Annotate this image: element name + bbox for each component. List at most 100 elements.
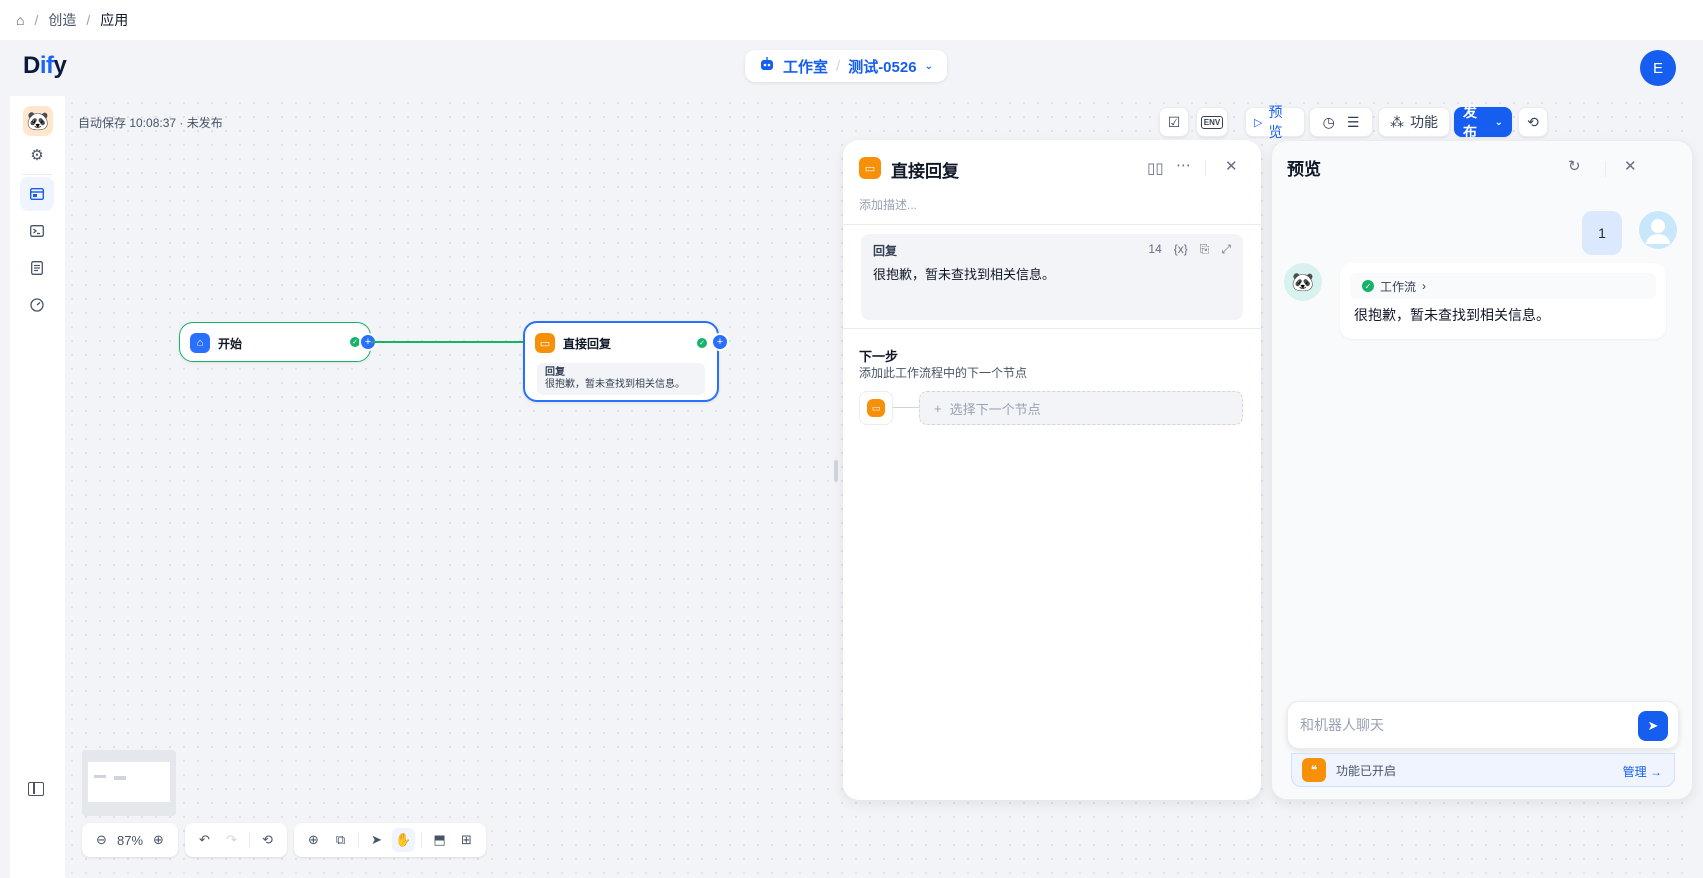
chat-input[interactable] <box>1300 712 1600 738</box>
document-icon <box>31 261 43 275</box>
app-switcher[interactable]: 工作室 / 测试-0526 ⌄ <box>745 50 947 82</box>
redo-icon[interactable]: ↷ <box>220 828 243 852</box>
expand-icon[interactable]: ⤢ <box>1221 242 1231 257</box>
edge-start-reply[interactable] <box>371 341 523 343</box>
plus-icon: + <box>934 400 942 416</box>
env-button[interactable]: ENV <box>1196 107 1228 137</box>
export-image-icon[interactable]: ⬒ <box>428 828 451 852</box>
chevron-down-icon: ⌄ <box>1494 116 1503 128</box>
check-circle-icon: ✓ <box>697 338 707 348</box>
workflow-run-tag[interactable]: ✓ 工作流 › <box>1350 273 1656 299</box>
add-node-icon[interactable]: ⊕ <box>302 828 325 852</box>
start-node[interactable]: ⌂ 开始 ✓ <box>179 322 371 362</box>
gauge-icon <box>30 298 44 312</box>
preview-button[interactable]: ▷ 预览 <box>1245 104 1305 140</box>
app-name[interactable]: 测试-0526 <box>848 56 916 77</box>
variable-icon[interactable]: {x} <box>1174 242 1188 257</box>
autosave-status: 自动保存 10:08:37 · 未发布 <box>78 116 223 130</box>
version-history-button[interactable]: ⟲ <box>1518 107 1548 137</box>
settings-sliders-icon[interactable]: ⚙ <box>20 138 54 172</box>
pointer-icon[interactable]: ➤ <box>365 828 388 852</box>
zoom-in-icon[interactable]: ⊕ <box>147 828 170 852</box>
robot-icon <box>759 57 775 75</box>
panel-resize-handle[interactable] <box>834 460 838 482</box>
book-icon[interactable]: ▯▯ <box>1147 159 1164 177</box>
run-history-group[interactable]: ◷ ☰ <box>1309 107 1373 137</box>
reply-icon: ▭ <box>535 333 555 353</box>
select-next-node-button[interactable]: + 选择下一个节点 <box>919 391 1243 425</box>
reply-text[interactable]: 很抱歉，暂未查找到相关信息。 <box>873 264 1055 283</box>
copy-icon[interactable]: ⎘ <box>1200 242 1210 257</box>
char-count: 14 <box>1148 242 1162 256</box>
home-icon: ⌂ <box>190 333 210 353</box>
close-icon[interactable]: ✕ <box>1624 157 1637 175</box>
breadcrumb: ⌂ / 创造 / 应用 <box>0 0 1703 40</box>
user-message: 1 <box>1582 211 1622 255</box>
history-icon: ⟲ <box>1527 113 1539 130</box>
publish-button[interactable]: 发布 ⌄ <box>1454 104 1512 140</box>
sidebar-toggle-icon[interactable] <box>28 782 44 796</box>
canvas-tools: ⊕ ⧉ ➤ ✋ ⬒ ⊞ <box>294 823 486 857</box>
clock-play-icon[interactable]: ◷ <box>1323 114 1335 131</box>
checklist-button[interactable]: ☑ <box>1159 107 1189 137</box>
zoom-level[interactable]: 87% <box>117 833 143 848</box>
sidebar-item-logs[interactable] <box>20 251 54 285</box>
quote-icon: ❝ <box>1302 758 1326 782</box>
reply-node-preview: 回复 很抱歉，暂未查找到相关信息。 <box>537 363 705 395</box>
add-note-icon[interactable]: ⧉ <box>329 828 352 852</box>
reply-icon: ▭ <box>859 157 881 179</box>
preview-panel: 预览 ↻ ✕ 1 🐼 ✓ 工作流 › 很抱歉，暂未查找到相关信息。 ➤ ❝ 功能… <box>1271 140 1693 800</box>
features-button[interactable]: ⁂ 功能 <box>1378 107 1450 137</box>
reply-label: 回复 <box>873 244 898 258</box>
sidebar-item-monitor[interactable] <box>20 288 54 322</box>
user-avatar <box>1639 211 1677 249</box>
send-button[interactable]: ➤ <box>1638 711 1668 741</box>
bot-avatar: 🐼 <box>1284 263 1322 301</box>
hand-icon[interactable]: ✋ <box>392 828 416 852</box>
current-node-icon: ▭ <box>859 391 893 425</box>
zoom-out-icon[interactable]: ⊖ <box>90 828 113 852</box>
home-icon[interactable]: ⌂ <box>16 12 24 28</box>
features-status: 功能已开启 <box>1336 763 1397 778</box>
window-icon <box>30 188 44 200</box>
chevron-right-icon: › <box>1422 279 1427 293</box>
history-icon[interactable]: ⟲ <box>256 828 279 852</box>
checklist-icon: ☑ <box>1167 113 1181 130</box>
description-input[interactable]: 添加描述... <box>859 196 917 213</box>
history-controls: ↶ ↷ ⟲ <box>185 823 287 857</box>
chat-input-box: ➤ <box>1287 701 1679 749</box>
close-icon[interactable]: ✕ <box>1225 157 1238 175</box>
dify-logo: Dify <box>23 52 67 79</box>
sidebar-item-api[interactable] <box>20 214 54 248</box>
reply-node-add-handle[interactable]: + <box>711 333 729 351</box>
app-icon[interactable]: 🐼 <box>23 106 53 136</box>
studio-label[interactable]: 工作室 <box>783 56 828 77</box>
user-avatar[interactable]: E <box>1640 50 1676 86</box>
breadcrumb-item-create[interactable]: 创造 <box>48 10 76 30</box>
next-step-subtitle: 添加此工作流程中的下一个节点 <box>859 366 1028 380</box>
undo-icon[interactable]: ↶ <box>193 828 216 852</box>
panel-title[interactable]: 直接回复 <box>891 157 959 182</box>
next-step-title: 下一步 <box>859 349 899 364</box>
check-circle-icon: ✓ <box>1362 280 1374 292</box>
organize-icon[interactable]: ⊞ <box>455 828 478 852</box>
chevron-down-icon[interactable]: ⌄ <box>925 61 933 72</box>
app-sidebar: 🐼 ⚙ <box>10 96 65 878</box>
refresh-icon[interactable]: ↻ <box>1568 157 1581 175</box>
reply-node[interactable]: ▭ 直接回复 回复 很抱歉，暂未查找到相关信息。 ✓ <box>523 321 719 402</box>
list-icon[interactable]: ☰ <box>1347 114 1360 131</box>
terminal-icon <box>30 225 44 237</box>
more-icon[interactable]: ⋯ <box>1176 156 1191 174</box>
manage-link[interactable]: 管理 → <box>1623 763 1662 780</box>
grid-plus-icon: ⁂ <box>1390 113 1404 130</box>
minimap[interactable] <box>82 750 176 816</box>
play-icon: ▷ <box>1254 116 1263 129</box>
node-config-panel: ▭ 直接回复 ▯▯ ⋯ ✕ 添加描述... 回复 14 {x} ⎘ ⤢ 很抱歉，… <box>843 140 1261 800</box>
sidebar-item-orchestrate[interactable] <box>20 177 54 211</box>
features-bar: ❝ 功能已开启 管理 → <box>1291 753 1675 787</box>
reply-icon: ▭ <box>867 399 885 417</box>
reply-editor[interactable]: 回复 14 {x} ⎘ ⤢ 很抱歉，暂未查找到相关信息。 <box>861 234 1243 320</box>
breadcrumb-item-app: 应用 <box>100 12 129 28</box>
bot-message: ✓ 工作流 › 很抱歉，暂未查找到相关信息。 <box>1340 263 1666 339</box>
preview-title: 预览 <box>1287 160 1321 179</box>
